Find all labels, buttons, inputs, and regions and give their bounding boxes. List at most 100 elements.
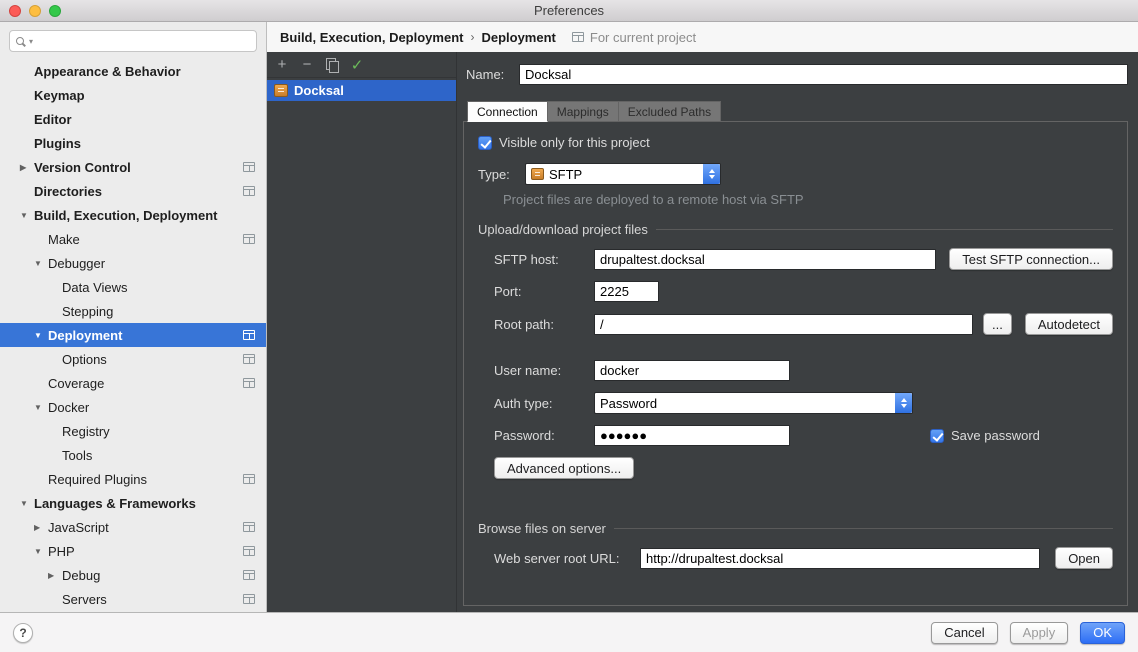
sidebar-item-label: Data Views bbox=[62, 280, 266, 295]
chevron-right-icon[interactable]: ▶ bbox=[48, 571, 62, 580]
copy-icon[interactable] bbox=[324, 58, 340, 72]
sidebar-item-label: Plugins bbox=[34, 136, 266, 151]
section-divider bbox=[614, 528, 1113, 529]
save-password-label: Save password bbox=[951, 428, 1040, 443]
chevron-down-icon[interactable]: ▼ bbox=[20, 499, 34, 508]
chevron-right-icon[interactable]: ▶ bbox=[20, 163, 34, 172]
server-item-label: Docksal bbox=[294, 83, 344, 98]
sidebar-item-php[interactable]: ▼PHP bbox=[0, 539, 266, 563]
sftp-host-label: SFTP host: bbox=[494, 252, 594, 267]
sidebar-item-options[interactable]: Options bbox=[0, 347, 266, 371]
web-root-url-input[interactable] bbox=[640, 548, 1040, 569]
sidebar-item-label: Registry bbox=[62, 424, 266, 439]
sidebar-item-coverage[interactable]: Coverage bbox=[0, 371, 266, 395]
sidebar-item-deployment[interactable]: ▼Deployment bbox=[0, 323, 266, 347]
sidebar-item-plugins[interactable]: Plugins bbox=[0, 131, 266, 155]
sidebar-item-label: Directories bbox=[34, 184, 243, 199]
sidebar-item-debug[interactable]: ▶Debug bbox=[0, 563, 266, 587]
remove-icon[interactable]: − bbox=[299, 56, 315, 73]
sidebar-item-registry[interactable]: Registry bbox=[0, 419, 266, 443]
zoom-window-button[interactable] bbox=[49, 5, 61, 17]
sidebar-item-label: Servers bbox=[62, 592, 243, 607]
type-select[interactable]: SFTP bbox=[525, 163, 721, 185]
current-project-icon bbox=[243, 162, 255, 172]
breadcrumb-current: Deployment bbox=[481, 30, 555, 45]
sidebar-item-appearance-behavior[interactable]: Appearance & Behavior bbox=[0, 59, 266, 83]
sidebar-item-label: PHP bbox=[48, 544, 243, 559]
sidebar-item-label: Docker bbox=[48, 400, 266, 415]
sidebar-item-tools[interactable]: Tools bbox=[0, 443, 266, 467]
use-as-default-icon[interactable]: ✓ bbox=[349, 56, 365, 74]
combo-stepper-icon[interactable] bbox=[895, 393, 912, 413]
sidebar-item-editor[interactable]: Editor bbox=[0, 107, 266, 131]
sidebar-item-label: Coverage bbox=[48, 376, 243, 391]
titlebar[interactable]: Preferences bbox=[0, 0, 1138, 22]
root-path-input[interactable] bbox=[594, 314, 973, 335]
user-name-input[interactable] bbox=[594, 360, 790, 381]
save-password-checkbox[interactable] bbox=[930, 429, 944, 443]
deployment-form: Name: ConnectionMappingsExcluded Paths V… bbox=[457, 52, 1138, 612]
for-current-project-badge: For current project bbox=[572, 30, 696, 45]
chevron-down-icon[interactable]: ▼ bbox=[34, 547, 48, 556]
chevron-down-icon[interactable]: ▼ bbox=[34, 331, 48, 340]
chevron-down-icon[interactable]: ▼ bbox=[20, 211, 34, 220]
sidebar-item-javascript[interactable]: ▶JavaScript bbox=[0, 515, 266, 539]
ok-button[interactable]: OK bbox=[1080, 622, 1125, 644]
chevron-down-icon[interactable]: ▼ bbox=[34, 403, 48, 412]
settings-search-input[interactable]: ▾ bbox=[9, 30, 257, 52]
web-root-url-label: Web server root URL: bbox=[494, 551, 640, 566]
user-name-label: User name: bbox=[494, 363, 594, 378]
current-project-icon bbox=[243, 234, 255, 244]
sidebar-item-data-views[interactable]: Data Views bbox=[0, 275, 266, 299]
apply-button[interactable]: Apply bbox=[1010, 622, 1069, 644]
breadcrumb: Build, Execution, Deployment › Deploymen… bbox=[267, 22, 1138, 52]
tab-connection[interactable]: Connection bbox=[467, 101, 548, 122]
sidebar-item-label: Languages & Frameworks bbox=[34, 496, 266, 511]
sftp-host-input[interactable] bbox=[594, 249, 936, 270]
combo-stepper-icon[interactable] bbox=[703, 164, 720, 184]
minimize-window-button[interactable] bbox=[29, 5, 41, 17]
sidebar-item-label: Keymap bbox=[34, 88, 266, 103]
sidebar-item-directories[interactable]: Directories bbox=[0, 179, 266, 203]
breadcrumb-separator-icon: › bbox=[470, 30, 474, 44]
help-button[interactable]: ? bbox=[13, 623, 33, 643]
port-input[interactable] bbox=[594, 281, 659, 302]
tab-mappings[interactable]: Mappings bbox=[548, 101, 619, 122]
chevron-down-icon[interactable]: ▼ bbox=[34, 259, 48, 268]
auth-type-select[interactable]: Password bbox=[594, 392, 913, 414]
current-project-icon bbox=[243, 594, 255, 604]
sidebar-item-languages-frameworks[interactable]: ▼Languages & Frameworks bbox=[0, 491, 266, 515]
cancel-button[interactable]: Cancel bbox=[931, 622, 997, 644]
chevron-right-icon[interactable]: ▶ bbox=[34, 523, 48, 532]
preferences-window: Preferences ▾ Appearance & Behavior Keyma… bbox=[0, 0, 1138, 652]
sidebar-item-required-plugins[interactable]: Required Plugins bbox=[0, 467, 266, 491]
current-project-icon bbox=[243, 186, 255, 196]
server-item-docksal[interactable]: Docksal bbox=[267, 80, 456, 101]
autodetect-button[interactable]: Autodetect bbox=[1025, 313, 1113, 335]
open-button[interactable]: Open bbox=[1055, 547, 1113, 569]
password-input[interactable] bbox=[594, 425, 790, 446]
sidebar-item-docker[interactable]: ▼Docker bbox=[0, 395, 266, 419]
servers-list-panel: +− ✓ Docksal bbox=[267, 52, 457, 612]
tab-excluded-paths[interactable]: Excluded Paths bbox=[619, 101, 721, 122]
sidebar-item-make[interactable]: Make bbox=[0, 227, 266, 251]
window-title: Preferences bbox=[0, 3, 1138, 18]
sidebar-item-build-execution-deployment[interactable]: ▼Build, Execution, Deployment bbox=[0, 203, 266, 227]
advanced-options-button[interactable]: Advanced options... bbox=[494, 457, 634, 479]
sidebar-item-servers[interactable]: Servers bbox=[0, 587, 266, 611]
name-input[interactable] bbox=[519, 64, 1128, 85]
browse-root-path-button[interactable]: ... bbox=[983, 313, 1012, 335]
search-options-chevron-icon[interactable]: ▾ bbox=[29, 37, 33, 46]
test-sftp-connection-button[interactable]: Test SFTP connection... bbox=[949, 248, 1113, 270]
visible-only-checkbox[interactable] bbox=[478, 136, 492, 150]
close-window-button[interactable] bbox=[9, 5, 21, 17]
sidebar-item-debugger[interactable]: ▼Debugger bbox=[0, 251, 266, 275]
breadcrumb-parent[interactable]: Build, Execution, Deployment bbox=[280, 30, 463, 45]
sidebar-item-keymap[interactable]: Keymap bbox=[0, 83, 266, 107]
add-icon[interactable]: + bbox=[274, 56, 290, 73]
current-project-icon bbox=[243, 546, 255, 556]
type-value: SFTP bbox=[549, 167, 698, 182]
for-current-project-label: For current project bbox=[590, 30, 696, 45]
sidebar-item-version-control[interactable]: ▶Version Control bbox=[0, 155, 266, 179]
sidebar-item-stepping[interactable]: Stepping bbox=[0, 299, 266, 323]
